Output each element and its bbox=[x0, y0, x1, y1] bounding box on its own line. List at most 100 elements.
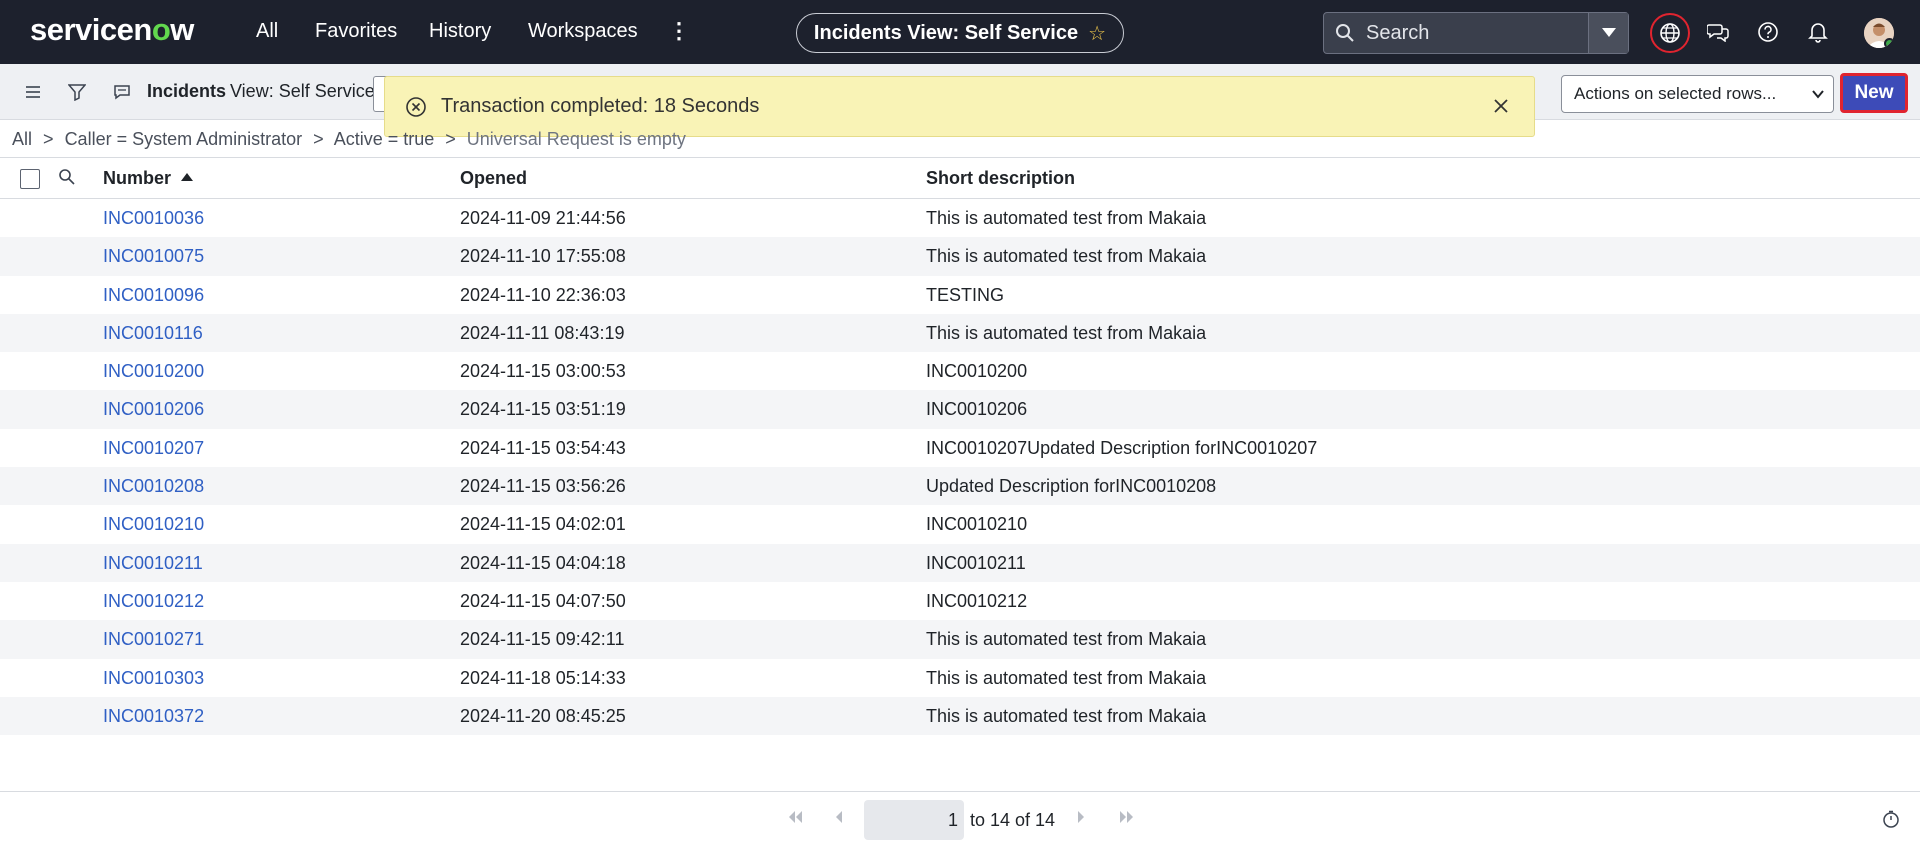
list-view-label[interactable]: View: Self Service bbox=[230, 81, 375, 102]
toast-message: Transaction completed: 18 Seconds bbox=[441, 95, 760, 117]
online-status-dot bbox=[1884, 38, 1894, 48]
incident-number-link[interactable]: INC0010116 bbox=[103, 323, 203, 344]
incident-number-link[interactable]: INC0010271 bbox=[103, 629, 204, 650]
page-number-input[interactable]: 1 bbox=[864, 800, 964, 840]
nav-favorites[interactable]: Favorites bbox=[315, 20, 397, 43]
table-row: INC0010200 2024-11-15 03:00:53 INC0010200 bbox=[0, 352, 1920, 390]
pagination-footer: 1 to 14 of 14 bbox=[0, 791, 1920, 847]
hamburger-menu-icon[interactable] bbox=[22, 81, 44, 103]
table-row: INC0010303 2024-11-18 05:14:33 This is aut… bbox=[0, 659, 1920, 697]
caret-down-icon bbox=[1601, 28, 1616, 37]
breadcrumb-separator: > bbox=[445, 129, 456, 149]
nav-history[interactable]: History bbox=[429, 20, 491, 43]
table-row: INC0010271 2024-11-15 09:42:11 This is aut… bbox=[0, 620, 1920, 659]
column-number-label: Number bbox=[103, 168, 172, 188]
chat-icon[interactable] bbox=[1700, 14, 1736, 50]
context-title-pill[interactable]: Incidents View: Self Service ☆ bbox=[796, 13, 1124, 53]
short-description-cell: INC0010200 bbox=[926, 361, 1028, 382]
short-description-cell: TESTING bbox=[926, 284, 1005, 305]
breadcrumb-all[interactable]: All bbox=[12, 129, 32, 149]
new-button[interactable]: New bbox=[1840, 73, 1908, 113]
opened-cell: 2024-11-18 05:14:33 bbox=[460, 667, 626, 688]
breadcrumb-caller[interactable]: Caller = System Administrator bbox=[65, 129, 303, 149]
breadcrumb-separator: > bbox=[313, 129, 324, 149]
short-description-cell: INC0010206 bbox=[926, 399, 1028, 420]
short-description-cell: This is automated test from Makaia bbox=[926, 208, 1207, 228]
short-description-cell: This is automated test from Makaia bbox=[926, 667, 1207, 688]
close-circle-icon bbox=[406, 97, 426, 117]
short-description-cell: INC0010210 bbox=[926, 514, 1028, 535]
incident-number-link[interactable]: INC0010208 bbox=[103, 476, 204, 497]
activity-stream-icon[interactable] bbox=[111, 81, 133, 103]
incident-number-link[interactable]: INC0010096 bbox=[103, 285, 204, 306]
incident-number-link[interactable]: INC0010036 bbox=[103, 208, 204, 229]
table-row: INC0010212 2024-11-15 04:07:50 INC0010212 bbox=[0, 582, 1920, 620]
opened-cell: 2024-11-20 08:45:25 bbox=[460, 705, 626, 726]
incident-number-link[interactable]: INC0010206 bbox=[103, 399, 204, 420]
incident-number-link[interactable]: INC0010075 bbox=[103, 246, 204, 267]
breadcrumb-separator: > bbox=[43, 129, 54, 149]
short-description-cell: This is automated test from Makaia bbox=[926, 705, 1207, 726]
opened-cell: 2024-11-15 04:04:18 bbox=[460, 552, 626, 573]
select-all-checkbox[interactable] bbox=[20, 169, 40, 189]
global-search[interactable]: Search bbox=[1323, 12, 1629, 54]
actions-on-selected-rows-select[interactable]: Actions on selected rows... bbox=[1561, 75, 1834, 113]
opened-cell: 2024-11-15 03:51:19 bbox=[460, 399, 626, 420]
opened-cell: 2024-11-11 08:43:19 bbox=[460, 322, 625, 343]
short-description-cell: This is automated test from Makaia bbox=[926, 246, 1207, 267]
incident-number-link[interactable]: INC0010212 bbox=[103, 591, 204, 612]
breadcrumb-active[interactable]: Active = true bbox=[334, 129, 435, 149]
table-row: INC0010210 2024-11-15 04:02:01 INC0010210 bbox=[0, 505, 1920, 543]
incident-number-link[interactable]: INC0010303 bbox=[103, 668, 204, 689]
short-description-cell: INC0010207Updated Description forINC0010… bbox=[926, 437, 1318, 458]
table-body: INC0010036 2024-11-09 21:44:56 This is aut… bbox=[0, 199, 1920, 736]
search-scope-dropdown[interactable] bbox=[1588, 13, 1628, 53]
incident-number-link[interactable]: INC0010210 bbox=[103, 514, 204, 535]
context-title: Incidents View: Self Service bbox=[813, 21, 1079, 44]
help-icon[interactable] bbox=[1750, 14, 1786, 50]
breadcrumb-universal-request[interactable]: Universal Request is empty bbox=[467, 129, 686, 149]
column-search-icon[interactable] bbox=[58, 168, 76, 186]
pagination-range: to 14 of 14 bbox=[970, 810, 1056, 830]
filter-icon[interactable] bbox=[66, 81, 88, 103]
user-avatar[interactable] bbox=[1864, 18, 1894, 48]
incident-number-link[interactable]: INC0010200 bbox=[103, 361, 204, 382]
column-header-opened[interactable]: Opened bbox=[460, 168, 527, 189]
more-menu-icon[interactable]: ⋮ bbox=[668, 18, 690, 44]
column-header-number[interactable]: Number bbox=[103, 168, 194, 189]
last-page-icon[interactable] bbox=[1118, 810, 1136, 824]
next-page-icon[interactable] bbox=[1076, 810, 1086, 824]
table-row: INC0010036 2024-11-09 21:44:56 This is aut… bbox=[0, 199, 1920, 237]
chevron-down-icon bbox=[1812, 90, 1824, 99]
list-title: Incidents bbox=[147, 81, 227, 101]
breadcrumb: All > Caller = System Administrator > Ac… bbox=[12, 129, 692, 150]
previous-page-icon[interactable] bbox=[834, 810, 844, 824]
nav-all[interactable]: All bbox=[256, 20, 278, 43]
table-row: INC0010096 2024-11-10 22:36:03 TESTING bbox=[0, 276, 1920, 314]
notifications-bell-icon[interactable] bbox=[1800, 14, 1836, 50]
logo-text-start: servicen bbox=[30, 12, 152, 47]
sort-ascending-icon bbox=[181, 173, 194, 181]
column-header-short-description[interactable]: Short description bbox=[926, 168, 1075, 189]
star-icon[interactable]: ☆ bbox=[1088, 21, 1106, 46]
table-row: INC0010211 2024-11-15 04:04:18 INC0010211 bbox=[0, 543, 1920, 582]
logo-text-end: w bbox=[170, 12, 194, 47]
first-page-icon[interactable] bbox=[786, 810, 804, 824]
table-row: INC0010116 2024-11-11 08:43:19 This is aut… bbox=[0, 313, 1920, 353]
close-icon[interactable] bbox=[1490, 95, 1512, 117]
response-time-icon[interactable] bbox=[1882, 810, 1900, 828]
incident-number-link[interactable]: INC0010211 bbox=[103, 553, 203, 574]
incident-number-link[interactable]: INC0010207 bbox=[103, 438, 204, 459]
globe-icon[interactable] bbox=[1650, 13, 1690, 53]
opened-cell: 2024-11-10 17:55:08 bbox=[460, 246, 626, 267]
servicenow-logo[interactable]: servicenow bbox=[30, 12, 194, 48]
logo-text-o: o bbox=[151, 12, 171, 47]
short-description-cell: INC0010212 bbox=[926, 590, 1028, 611]
nav-workspaces[interactable]: Workspaces bbox=[528, 20, 638, 43]
top-navigation-bar: servicenow All Favorites History Workspa… bbox=[0, 0, 1920, 64]
opened-cell: 2024-11-09 21:44:56 bbox=[460, 208, 626, 228]
incident-number-link[interactable]: INC0010372 bbox=[103, 706, 204, 727]
search-icon bbox=[1324, 13, 1366, 53]
search-input[interactable]: Search bbox=[1366, 22, 1588, 45]
table-row: INC0010206 2024-11-15 03:51:19 INC0010206 bbox=[0, 390, 1920, 429]
